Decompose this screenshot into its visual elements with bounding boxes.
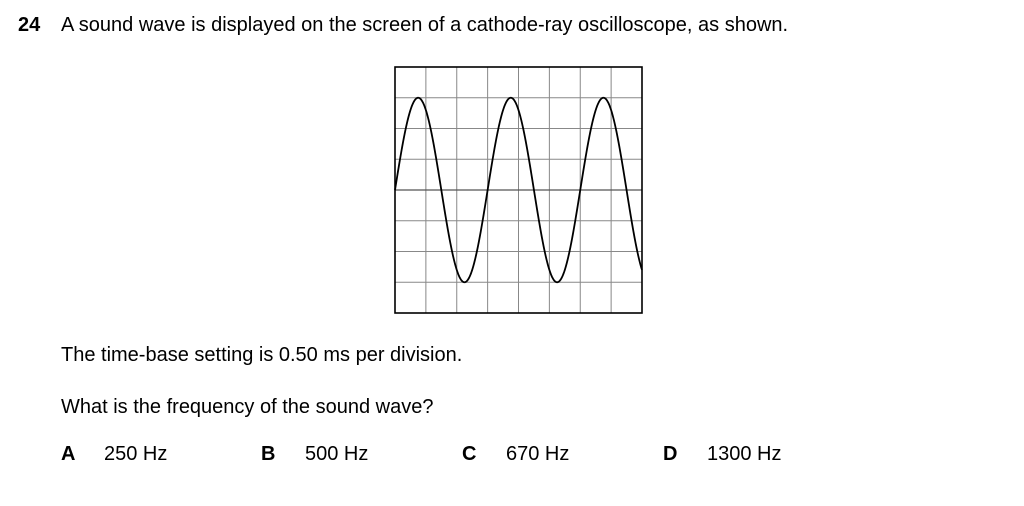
- option-a-letter: A: [61, 443, 76, 465]
- oscilloscope-svg: [394, 66, 643, 314]
- oscilloscope-screen: [394, 66, 643, 314]
- question-prompt: What is the frequency of the sound wave?: [61, 396, 434, 418]
- timebase-statement: The time-base setting is 0.50 ms per div…: [61, 344, 463, 366]
- option-c-letter: C: [462, 443, 477, 465]
- option-d-value: 1300 Hz: [707, 443, 782, 465]
- question-stem: A sound wave is displayed on the screen …: [61, 14, 789, 36]
- question-number: 24: [18, 14, 41, 36]
- option-a-value: 250 Hz: [104, 443, 168, 465]
- option-b-letter: B: [261, 443, 276, 465]
- option-d-letter: D: [663, 443, 678, 465]
- option-b-value: 500 Hz: [305, 443, 369, 465]
- option-c-value: 670 Hz: [506, 443, 570, 465]
